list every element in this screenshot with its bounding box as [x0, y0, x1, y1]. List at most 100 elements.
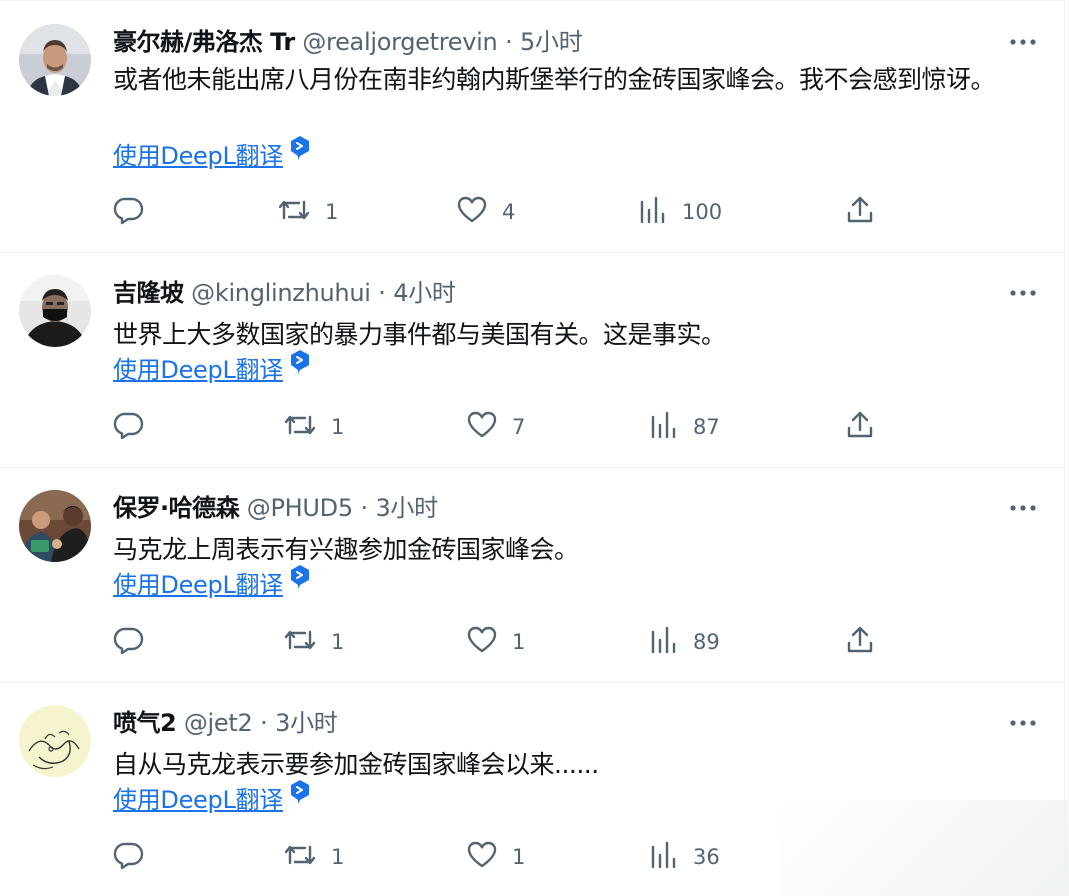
action-bar: 1 4 100: [113, 195, 913, 229]
translate-row: 使用DeepL翻译: [113, 780, 311, 817]
share-button[interactable]: [844, 195, 876, 229]
tweet-header: 豪尔赫/弗洛杰 Tr @realjorgetrevin · 5小时: [113, 25, 1064, 59]
share-button[interactable]: [844, 625, 876, 659]
tweet-text: 世界上大多数国家的暴力事件都与美国有关。这是事实。: [113, 320, 726, 349]
avatar[interactable]: [19, 490, 91, 562]
share-icon: [844, 194, 876, 230]
like-button[interactable]: 1: [466, 840, 525, 874]
author-name[interactable]: 保罗·哈德森: [113, 494, 240, 522]
retweet-count: 1: [331, 415, 345, 439]
like-count: 1: [512, 630, 526, 654]
views-icon: [649, 624, 679, 660]
retweet-icon: [277, 194, 311, 230]
translate-row: 使用DeepL翻译: [113, 350, 311, 387]
tweet-header: 吉隆坡 @kinglinzhuhui · 4小时: [113, 276, 1064, 310]
action-bar: 1 7 87: [113, 410, 913, 444]
retweet-icon: [283, 839, 317, 875]
retweet-icon: [283, 624, 317, 660]
more-icon[interactable]: [1008, 708, 1038, 738]
translate-link[interactable]: 使用DeepL翻译: [113, 571, 283, 599]
author-handle[interactable]: @realjorgetrevin: [302, 28, 497, 56]
reply-icon: [113, 409, 145, 445]
reply-button[interactable]: [113, 195, 159, 229]
reply-button[interactable]: [113, 410, 159, 444]
timestamp[interactable]: 3小时: [275, 709, 338, 737]
like-count: 4: [502, 200, 516, 224]
tweet-text: 或者他未能出席八月份在南非约翰内斯堡举行的金砖国家峰会。我不会感到惊讶。: [113, 65, 996, 94]
deepl-icon: [289, 779, 311, 805]
tweet[interactable]: 吉隆坡 @kinglinzhuhui · 4小时 世界上大多数国家的暴力事件都与…: [0, 253, 1064, 468]
retweet-count: 1: [325, 200, 339, 224]
timestamp[interactable]: 3小时: [375, 494, 438, 522]
like-count: 7: [512, 415, 526, 439]
retweet-button[interactable]: 1: [283, 625, 344, 659]
translate-row: 使用DeepL翻译: [113, 136, 311, 173]
share-button[interactable]: [844, 410, 876, 444]
avatar[interactable]: [19, 275, 91, 347]
deepl-icon: [289, 349, 311, 375]
like-count: 1: [512, 845, 526, 869]
tweet-text: 自从马克龙表示要参加金砖国家峰会以来......: [113, 750, 599, 779]
like-button[interactable]: 7: [466, 410, 525, 444]
retweet-button[interactable]: 1: [283, 410, 344, 444]
share-icon: [844, 409, 876, 445]
views-icon: [638, 194, 668, 230]
tweet-header: 喷气2 @jet2 · 3小时: [113, 706, 1064, 740]
views-button[interactable]: 87: [649, 410, 720, 444]
reply-icon: [113, 839, 145, 875]
views-button[interactable]: 36: [649, 840, 720, 874]
views-button[interactable]: 100: [638, 195, 722, 229]
reply-button[interactable]: [113, 625, 159, 659]
views-count: 36: [693, 845, 720, 869]
views-icon: [649, 409, 679, 445]
separator-dot: ·: [378, 279, 386, 307]
author-handle[interactable]: @kinglinzhuhui: [191, 279, 371, 307]
separator-dot: ·: [360, 494, 368, 522]
retweet-icon: [283, 409, 317, 445]
author-name[interactable]: 豪尔赫/弗洛杰 Tr: [113, 28, 295, 56]
avatar[interactable]: [19, 705, 91, 777]
tweet[interactable]: 豪尔赫/弗洛杰 Tr @realjorgetrevin · 5小时 或者他未能出…: [0, 0, 1064, 253]
like-button[interactable]: 4: [456, 195, 515, 229]
action-bar: 1 1 36: [113, 840, 913, 874]
timestamp[interactable]: 4小时: [393, 279, 456, 307]
separator-dot: ·: [260, 709, 268, 737]
heart-icon: [466, 839, 498, 875]
translate-link[interactable]: 使用DeepL翻译: [113, 786, 283, 814]
reply-icon: [113, 624, 145, 660]
tweet-header: 保罗·哈德森 @PHUD5 · 3小时: [113, 491, 1064, 525]
heart-icon: [466, 409, 498, 445]
tweet[interactable]: 保罗·哈德森 @PHUD5 · 3小时 马克龙上周表示有兴趣参加金砖国家峰会。 …: [0, 468, 1064, 683]
separator-dot: ·: [505, 28, 513, 56]
heart-icon: [456, 194, 488, 230]
tweet-text: 马克龙上周表示有兴趣参加金砖国家峰会。: [113, 535, 579, 564]
share-icon: [844, 624, 876, 660]
retweet-button[interactable]: 1: [277, 195, 338, 229]
right-border: [1064, 0, 1065, 896]
author-handle[interactable]: @PHUD5: [247, 494, 353, 522]
heart-icon: [466, 624, 498, 660]
like-button[interactable]: 1: [466, 625, 525, 659]
author-handle[interactable]: @jet2: [184, 709, 253, 737]
action-bar: 1 1 89: [113, 625, 913, 659]
retweet-button[interactable]: 1: [283, 840, 344, 874]
more-icon[interactable]: [1008, 27, 1038, 57]
author-name[interactable]: 喷气2: [113, 709, 177, 737]
avatar[interactable]: [19, 24, 91, 96]
views-button[interactable]: 89: [649, 625, 720, 659]
deepl-icon: [289, 135, 311, 161]
views-count: 100: [682, 200, 723, 224]
translate-row: 使用DeepL翻译: [113, 565, 311, 602]
retweet-count: 1: [331, 845, 345, 869]
more-icon[interactable]: [1008, 493, 1038, 523]
reply-button[interactable]: [113, 840, 159, 874]
translate-link[interactable]: 使用DeepL翻译: [113, 142, 283, 170]
retweet-count: 1: [331, 630, 345, 654]
more-icon[interactable]: [1008, 278, 1038, 308]
author-name[interactable]: 吉隆坡: [113, 279, 184, 307]
timestamp[interactable]: 5小时: [520, 28, 583, 56]
views-icon: [649, 839, 679, 875]
tweet[interactable]: 喷气2 @jet2 · 3小时 自从马克龙表示要参加金砖国家峰会以来......…: [0, 683, 1064, 896]
views-count: 89: [693, 630, 720, 654]
translate-link[interactable]: 使用DeepL翻译: [113, 356, 283, 384]
